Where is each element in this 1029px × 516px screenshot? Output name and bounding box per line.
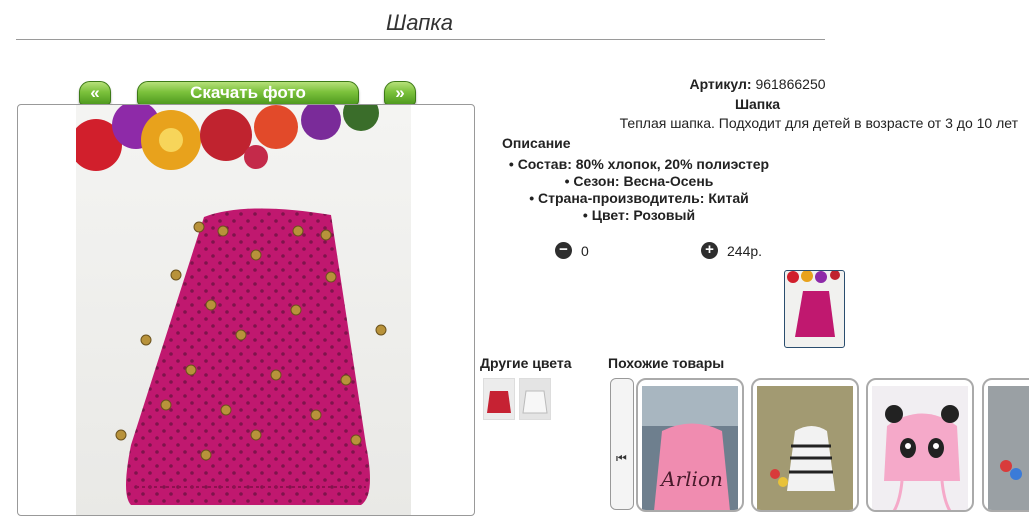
product-name: Шапка: [734, 96, 781, 112]
prev-photo-button[interactable]: «: [79, 81, 111, 105]
similar-products-heading: Похожие товары: [608, 355, 725, 371]
thumbnail-image: [787, 271, 840, 337]
photo-thumbnail-selected[interactable]: [784, 270, 845, 348]
main-product-photo[interactable]: [76, 105, 411, 515]
hat-photo-image: [76, 105, 387, 505]
quantity-value: 0: [581, 243, 589, 259]
similar-item-image-1: Arlion: [642, 386, 738, 510]
similar-item-card-2[interactable]: [751, 378, 859, 512]
color-variant-white[interactable]: [519, 378, 551, 420]
increase-quantity-icon[interactable]: +: [701, 242, 718, 259]
product-sku: Артикул: 961866250: [500, 76, 1015, 92]
product-description: Теплая шапка. Подходит для детей в возра…: [619, 115, 1018, 131]
property-composition: Состав: 80% хлопок, 20% полиэстер: [500, 156, 778, 173]
property-country: Страна-производитель: Китай: [500, 190, 778, 207]
similar-item-image-4: [988, 386, 1029, 510]
product-price: 244р.: [727, 243, 763, 259]
similar-item-card-3[interactable]: [866, 378, 974, 512]
page-title: Шапка: [386, 10, 453, 35]
other-colors-heading: Другие цвета: [480, 355, 572, 371]
variant-white-image: [520, 379, 550, 419]
similar-item-image-2: [757, 386, 853, 510]
description-heading: Описание: [502, 135, 571, 151]
similar-item-caption-1: Arlion: [659, 467, 723, 491]
next-photo-button[interactable]: »: [384, 81, 416, 105]
similar-item-card-1[interactable]: Arlion: [636, 378, 744, 512]
color-variant-red[interactable]: [483, 378, 515, 420]
title-divider: [16, 39, 825, 40]
download-photo-button[interactable]: Скачать фото: [137, 81, 359, 105]
main-photo-frame: [17, 104, 475, 516]
property-season: Сезон: Весна-Осень: [500, 173, 778, 190]
sku-value: 961866250: [755, 76, 826, 92]
similar-item-card-4[interactable]: [982, 378, 1029, 512]
variant-red-image: [484, 379, 514, 419]
property-color: Цвет: Розовый: [500, 207, 778, 224]
properties-list: Состав: 80% хлопок, 20% полиэстер Сезон:…: [500, 156, 778, 224]
flowers-decoration: [76, 105, 379, 171]
carousel-prev-button[interactable]: ⏮: [610, 378, 634, 510]
skip-back-icon: ⏮: [616, 451, 627, 465]
sku-label: Артикул:: [689, 76, 752, 92]
decrease-quantity-icon[interactable]: −: [555, 242, 572, 259]
similar-item-image-3: [872, 386, 968, 510]
